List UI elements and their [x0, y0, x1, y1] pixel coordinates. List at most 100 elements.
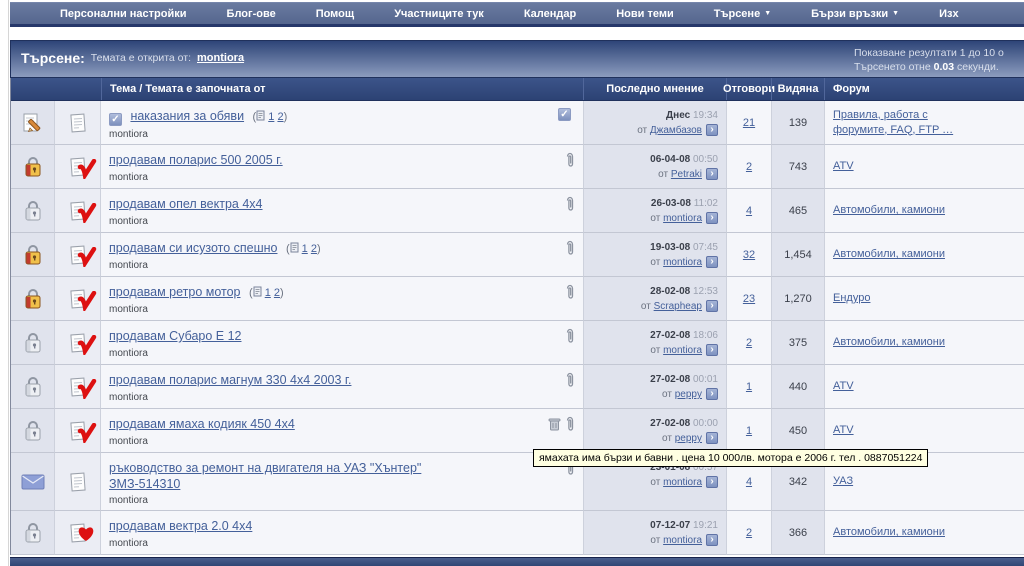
last-poster-link[interactable]: peppy	[675, 433, 702, 444]
replies-link[interactable]: 2	[746, 337, 752, 349]
replies-link[interactable]: 4	[746, 205, 752, 217]
topic-link[interactable]: продавам вектра 2.0 4x4	[109, 519, 252, 533]
nav-item-label: Търсене	[713, 7, 761, 20]
goto-last-post-icon[interactable]: ›	[706, 388, 718, 401]
paperclip-icon[interactable]	[565, 328, 575, 349]
replies-link[interactable]: 23	[743, 293, 755, 305]
goto-last-post-icon[interactable]: ›	[706, 256, 718, 269]
forum-link[interactable]: Автомобили, камиони	[833, 203, 945, 218]
goto-last-post-icon[interactable]: ›	[706, 168, 718, 181]
forum-cell: Автомобили, камиони	[824, 189, 1024, 233]
search-subject-user-link[interactable]: montiora	[197, 52, 244, 64]
topic-link[interactable]: продавам опел вектра 4x4	[109, 197, 263, 211]
forum-link[interactable]: Автомобили, камиони	[833, 525, 945, 540]
views-cell: 1,270	[771, 277, 824, 321]
forum-link[interactable]: ATV	[833, 379, 854, 394]
replies-link[interactable]: 1	[746, 425, 752, 437]
goto-last-post-icon[interactable]: ›	[706, 300, 718, 313]
forum-link[interactable]: Автомобили, камиони	[833, 247, 945, 262]
replies-link[interactable]: 32	[743, 249, 755, 261]
topic-link[interactable]: продавам Субаро Е 12	[109, 329, 242, 343]
page-link[interactable]: 1	[268, 111, 274, 123]
forum-link[interactable]: ATV	[833, 159, 854, 174]
replies-cell: 32	[726, 233, 771, 277]
nav-item[interactable]: Нови теми	[616, 8, 674, 20]
forum-link[interactable]: УАЗ	[833, 474, 853, 489]
replies-link[interactable]: 4	[746, 476, 752, 488]
last-poster-link[interactable]: Petraki	[671, 169, 702, 180]
last-poster-link[interactable]: montiora	[663, 257, 702, 268]
topic-link[interactable]: продавам си исузото спешно	[109, 241, 277, 255]
views-cell: 366	[771, 511, 824, 555]
last-post-cell: 27-02-08 00:01 от peppy ›	[583, 365, 726, 409]
topic-link[interactable]: продавам поларис 500 2005 г.	[109, 153, 283, 167]
forum-link[interactable]: Ендуро	[833, 291, 870, 306]
last-post-time: 07:45	[692, 242, 718, 253]
topic-link[interactable]: продавам поларис магнум 330 4x4 2003 г.	[109, 373, 351, 387]
nav-item[interactable]: Помощ	[316, 8, 354, 20]
topic-link[interactable]: наказания за обяви	[130, 109, 244, 123]
last-poster-link[interactable]: montiora	[663, 535, 702, 546]
nav-item[interactable]: Бързи връзки ▼	[811, 8, 899, 20]
replies-cell: 2	[726, 511, 771, 555]
last-poster-link[interactable]: montiora	[663, 213, 702, 224]
last-poster-link[interactable]: peppy	[675, 389, 702, 400]
last-poster-link[interactable]: Джамбазов	[650, 125, 702, 136]
replies-link[interactable]: 1	[746, 381, 752, 393]
last-post-date: 27-02-08	[650, 418, 691, 429]
nav-item[interactable]: Блог-ове	[227, 8, 276, 20]
last-post-cell: 28-02-08 12:53 от Scrapheap ›	[583, 277, 726, 321]
last-poster-link[interactable]: montiora	[663, 345, 702, 356]
paperclip-icon[interactable]	[565, 416, 575, 437]
paperclip-icon[interactable]	[565, 196, 575, 217]
last-post-cell: 27-02-08 00:00 от peppy ›	[583, 409, 726, 453]
nav-item[interactable]: Участниците тук	[394, 8, 484, 20]
nav-item[interactable]: Изх	[939, 8, 959, 20]
last-post-date: Днес	[666, 110, 691, 121]
topic-link-line2[interactable]: ЗМЗ-514310	[109, 477, 180, 491]
goto-last-post-icon[interactable]: ›	[706, 534, 718, 547]
last-poster-link[interactable]: montiora	[663, 477, 702, 488]
goto-last-post-icon[interactable]: ›	[706, 124, 718, 137]
topic-link[interactable]: ръководство за ремонт на двигателя на УА…	[109, 461, 421, 475]
top-nav: Персонални настройки Блог-ове Помощ Участни…	[10, 2, 1024, 27]
views-count: 342	[788, 475, 808, 488]
replies-link[interactable]: 2	[746, 527, 752, 539]
replies-link[interactable]: 21	[743, 117, 755, 129]
thread-status-cell	[55, 321, 101, 365]
page-link[interactable]: 1	[265, 287, 271, 299]
red-check-icon	[77, 246, 97, 272]
forum-link[interactable]: ATV	[833, 423, 854, 438]
nav-item-label: Нови теми	[616, 7, 674, 20]
forum-link[interactable]: Автомобили, камиони	[833, 335, 945, 350]
forum-link[interactable]: Правила, работа с форумите, FAQ, FTP …	[833, 108, 983, 138]
nav-item[interactable]: Персонални настройки	[60, 8, 187, 20]
paperclip-icon[interactable]	[565, 152, 575, 173]
replies-link[interactable]: 2	[746, 161, 752, 173]
red-heart-icon	[77, 525, 95, 547]
red-check-icon	[77, 290, 97, 316]
header-last-post: Последно мнение	[583, 78, 726, 100]
topic-link[interactable]: продавам ретро мотор	[109, 285, 241, 299]
goto-last-post-icon[interactable]: ›	[706, 212, 718, 225]
goto-last-post-icon[interactable]: ›	[706, 432, 718, 445]
thread-status-cell	[55, 453, 101, 511]
replies-cell: 2	[726, 145, 771, 189]
dropdown-arrow-icon: ▼	[764, 10, 772, 17]
goto-last-post-icon[interactable]: ›	[706, 344, 718, 357]
page-link[interactable]: 1	[302, 243, 308, 255]
topic-link[interactable]: продавам ямаха кодияк 450 4x4	[109, 417, 295, 431]
nav-item[interactable]: Търсене ▼	[714, 8, 771, 20]
table-row: продавам поларис магнум 330 4x4 2003 г. …	[11, 365, 1024, 409]
paperclip-icon[interactable]	[565, 372, 575, 393]
attachment-tooltip: ямахата има бързи и бавни . цена 10 000л…	[533, 449, 929, 467]
forum-cell: Ендуро	[824, 277, 1024, 321]
nav-item[interactable]: Календар	[524, 8, 576, 20]
last-poster-link[interactable]: Scrapheap	[654, 301, 702, 312]
paperclip-icon[interactable]	[565, 240, 575, 261]
thread-starter: montiora	[109, 495, 148, 506]
goto-last-post-icon[interactable]: ›	[706, 476, 718, 489]
paperclip-icon[interactable]	[565, 284, 575, 305]
dropdown-arrow-icon: ▼	[892, 10, 900, 17]
views-count: 450	[788, 424, 808, 437]
